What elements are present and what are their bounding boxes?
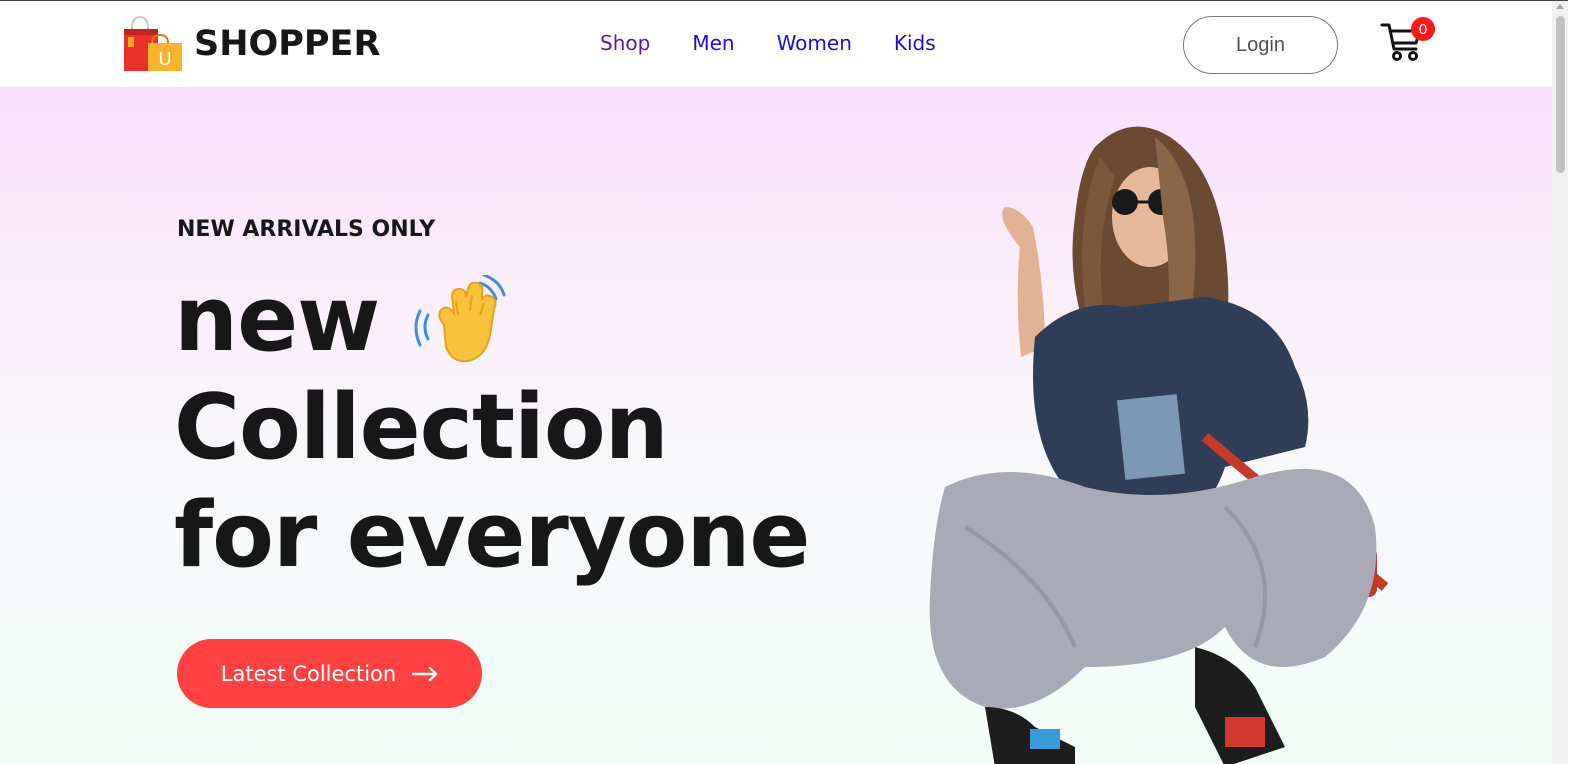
cart-count-badge: 0 xyxy=(1411,17,1435,41)
hero-headline-line1: new xyxy=(174,267,380,372)
brand-name: SHOPPER xyxy=(194,24,381,64)
hero-section: NEW ARRIVALS ONLY new Collection for eve… xyxy=(0,87,1552,764)
window-margin xyxy=(1568,0,1596,764)
scroll-up-arrow-icon[interactable] xyxy=(1556,4,1564,9)
nav-item-women[interactable]: Women xyxy=(777,31,852,55)
logo[interactable]: U SHOPPER xyxy=(122,15,380,73)
nav-item-men[interactable]: Men xyxy=(692,31,734,55)
logo-letter: U xyxy=(159,49,172,69)
model-photo xyxy=(929,126,1389,764)
shopping-bag-icon: U xyxy=(124,15,182,71)
hero-tagline: NEW ARRIVALS ONLY xyxy=(177,217,436,242)
hero-headline-line2: Collection xyxy=(174,375,669,480)
latest-collection-label: Latest Collection xyxy=(220,661,397,686)
main-nav: Shop Men Women Kids xyxy=(600,31,978,55)
latest-collection-button[interactable]: Latest Collection xyxy=(177,639,482,708)
waving-hand-icon xyxy=(414,275,506,363)
scrollbar-thumb[interactable] xyxy=(1556,16,1565,173)
hero-headline-line3: for everyone xyxy=(174,483,810,588)
login-button[interactable]: Login xyxy=(1183,16,1338,74)
nav-item-shop[interactable]: Shop xyxy=(600,31,650,55)
nav-item-kids[interactable]: Kids xyxy=(894,31,936,55)
arrow-right-icon xyxy=(412,666,438,681)
navbar: U SHOPPER Shop Men Women Kids Login 0 xyxy=(0,1,1552,87)
